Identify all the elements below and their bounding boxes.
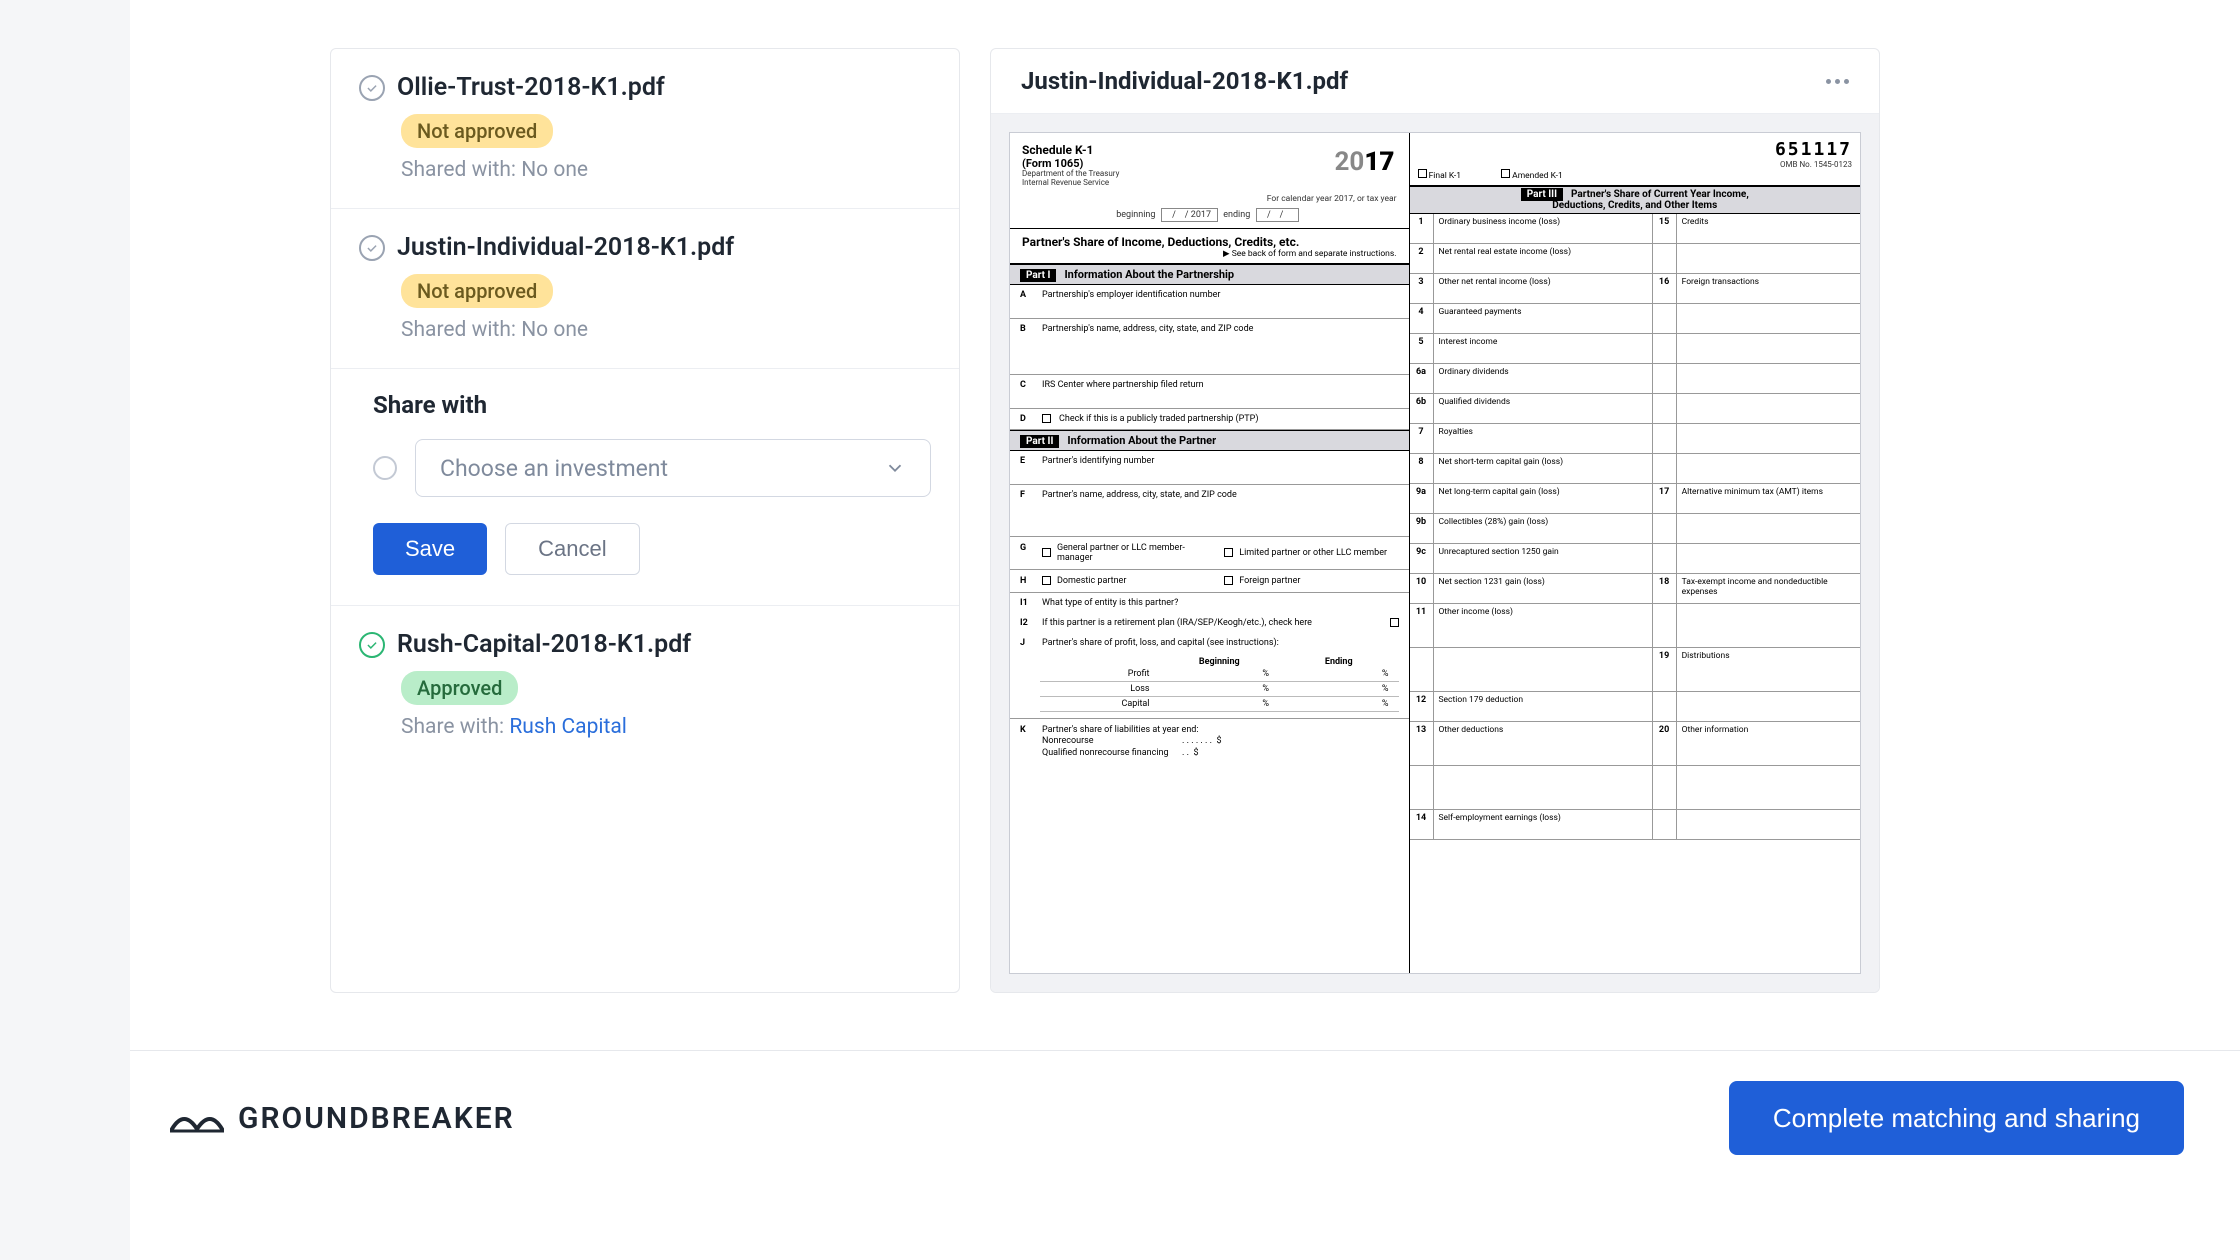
file-item-ollie[interactable]: Ollie-Trust-2018-K1.pdf Not approved Sha…: [331, 49, 959, 209]
k1-form-document: 651117 OMB No. 1545-0123 Schedule K-1 (F…: [1009, 132, 1861, 974]
status-badge: Not approved: [401, 114, 553, 148]
field-h: H Domestic partner Foreign partner: [1010, 570, 1409, 593]
cancel-button[interactable]: Cancel: [505, 523, 639, 575]
field-k: KPartner's share of liabilities at year …: [1010, 719, 1409, 763]
part3-header: Part IIIPartner's Share of Current Year …: [1410, 186, 1861, 214]
brand-logo: GROUNDBREAKER: [170, 1101, 515, 1136]
share-section: Share with Choose an investment Save Can…: [331, 369, 959, 606]
document-preview-panel: Justin-Individual-2018-K1.pdf 651117 OMB…: [990, 48, 1880, 993]
field-g: G General partner or LLC member-manager …: [1010, 537, 1409, 570]
file-name: Rush-Capital-2018-K1.pdf: [397, 630, 691, 659]
file-item-rush[interactable]: Rush-Capital-2018-K1.pdf Approved Share …: [331, 606, 959, 765]
check-circle-icon: [359, 235, 385, 261]
shared-with-text: Shared with: No one: [401, 318, 931, 342]
chevron-down-icon: [884, 457, 906, 479]
file-list-panel: Ollie-Trust-2018-K1.pdf Not approved Sha…: [330, 48, 960, 993]
profit-loss-capital-table: BeginningEnding Profit%% Loss%% Capital%…: [1010, 653, 1409, 719]
field-b: BPartnership's name, address, city, stat…: [1010, 319, 1409, 375]
status-badge: Not approved: [401, 274, 553, 308]
field-j: JPartner's share of profit, loss, and ca…: [1010, 633, 1409, 653]
share-with-title: Share with: [373, 391, 931, 419]
more-options-icon[interactable]: [1826, 79, 1849, 84]
preview-body[interactable]: 651117 OMB No. 1545-0123 Schedule K-1 (F…: [991, 114, 1879, 992]
calendar-year-text: For calendar year 2017, or tax year: [1022, 194, 1397, 204]
preview-title: Justin-Individual-2018-K1.pdf: [1021, 67, 1348, 95]
save-button[interactable]: Save: [373, 523, 487, 575]
field-i1: I1What type of entity is this partner?: [1010, 593, 1409, 613]
dept-line: Internal Revenue Service: [1022, 179, 1397, 188]
form-main-title: Partner's Share of Income, Deductions, C…: [1010, 229, 1409, 264]
field-i2: I2If this partner is a retirement plan (…: [1010, 613, 1409, 633]
part1-header: Part IInformation About the Partnership: [1010, 264, 1409, 285]
footer-bar: GROUNDBREAKER Complete matching and shar…: [130, 1050, 2240, 1155]
groundbreaker-logo-icon: [170, 1103, 224, 1133]
investment-select[interactable]: Choose an investment: [415, 439, 931, 497]
form-year: 2017: [1335, 147, 1395, 177]
field-e: EPartner's identifying number: [1010, 451, 1409, 485]
select-placeholder: Choose an investment: [440, 455, 668, 482]
field-a: APartnership's employer identification n…: [1010, 285, 1409, 319]
file-name: Justin-Individual-2018-K1.pdf: [397, 233, 734, 262]
radio-unchecked-icon[interactable]: [373, 456, 397, 480]
complete-matching-button[interactable]: Complete matching and sharing: [1729, 1081, 2184, 1155]
form-ocr-number: 651117: [1418, 139, 1853, 160]
field-f: FPartner's name, address, city, state, a…: [1010, 485, 1409, 537]
check-circle-icon: [359, 75, 385, 101]
shared-with-text: Share with: Rush Capital: [401, 715, 931, 739]
date-range-row: beginning / / 2017 ending / /: [1022, 208, 1397, 222]
shared-with-link[interactable]: Rush Capital: [509, 715, 627, 739]
shared-with-text: Shared with: No one: [401, 158, 931, 182]
file-name: Ollie-Trust-2018-K1.pdf: [397, 73, 665, 102]
field-d: DCheck if this is a publicly traded part…: [1010, 409, 1409, 430]
field-c: CIRS Center where partnership filed retu…: [1010, 375, 1409, 409]
status-badge: Approved: [401, 671, 518, 705]
part2-header: Part IIInformation About the Partner: [1010, 430, 1409, 451]
brand-name: GROUNDBREAKER: [238, 1101, 515, 1136]
check-circle-approved-icon: [359, 632, 385, 658]
omb-number: OMB No. 1545-0123: [1418, 160, 1853, 169]
file-item-justin[interactable]: Justin-Individual-2018-K1.pdf Not approv…: [331, 209, 959, 369]
